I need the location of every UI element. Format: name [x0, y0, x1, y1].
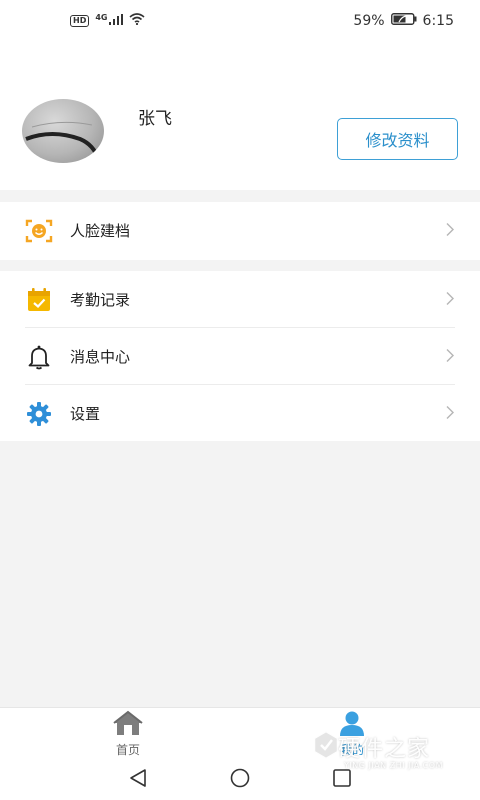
menu-item-settings[interactable]: 设置 [0, 385, 480, 442]
face-scan-icon [25, 217, 53, 245]
chevron-right-icon [446, 347, 454, 366]
chevron-right-icon [446, 290, 454, 309]
calendar-check-icon [25, 286, 53, 314]
back-icon[interactable] [128, 768, 148, 792]
menu-item-messages[interactable]: 消息中心 [0, 328, 480, 385]
tab-label: 首页 [115, 743, 140, 757]
status-bar: HD 4G 59% 6:15 [0, 0, 480, 42]
chevron-right-icon [446, 404, 454, 423]
menu-group-face: 人脸建档 [0, 202, 480, 260]
watermark-text: 硬件之家 [338, 737, 431, 762]
menu-group-main: 考勤记录 消息中心 设置 [0, 271, 480, 441]
watermark-logo-icon [312, 729, 340, 761]
clock: 6:15 [422, 13, 454, 29]
wifi-icon [129, 13, 146, 29]
battery-percent: 59% [353, 13, 385, 29]
status-right: 59% 6:15 [353, 13, 454, 29]
menu-item-label: 设置 [70, 405, 101, 423]
chevron-right-icon [446, 221, 454, 240]
hd-badge: HD [70, 15, 90, 27]
menu-item-label: 消息中心 [70, 348, 131, 366]
home-circle-icon[interactable] [229, 768, 251, 792]
status-left: HD 4G [70, 12, 146, 29]
menu-item-label: 人脸建档 [70, 222, 131, 240]
edit-profile-button[interactable]: 修改资料 [337, 118, 458, 160]
network-type: 4G [95, 12, 108, 22]
signal-icon [109, 13, 124, 29]
menu-item-attendance[interactable]: 考勤记录 [0, 271, 480, 328]
menu-item-face-profile[interactable]: 人脸建档 [0, 202, 480, 259]
profile-header: 张飞 修改资料 [0, 42, 480, 190]
watermark-subtext: YING JIAN ZHI JIA.COM [344, 761, 443, 770]
bell-icon [25, 343, 53, 371]
gear-icon [25, 400, 53, 428]
battery-icon [390, 13, 417, 29]
avatar[interactable] [22, 99, 104, 163]
home-icon [111, 710, 145, 740]
user-name: 张飞 [138, 109, 172, 129]
watermark: 硬件之家 YING JIAN ZHI JIA.COM [312, 727, 472, 777]
menu-item-label: 考勤记录 [70, 291, 131, 309]
tab-home[interactable]: 首页 [68, 710, 188, 758]
